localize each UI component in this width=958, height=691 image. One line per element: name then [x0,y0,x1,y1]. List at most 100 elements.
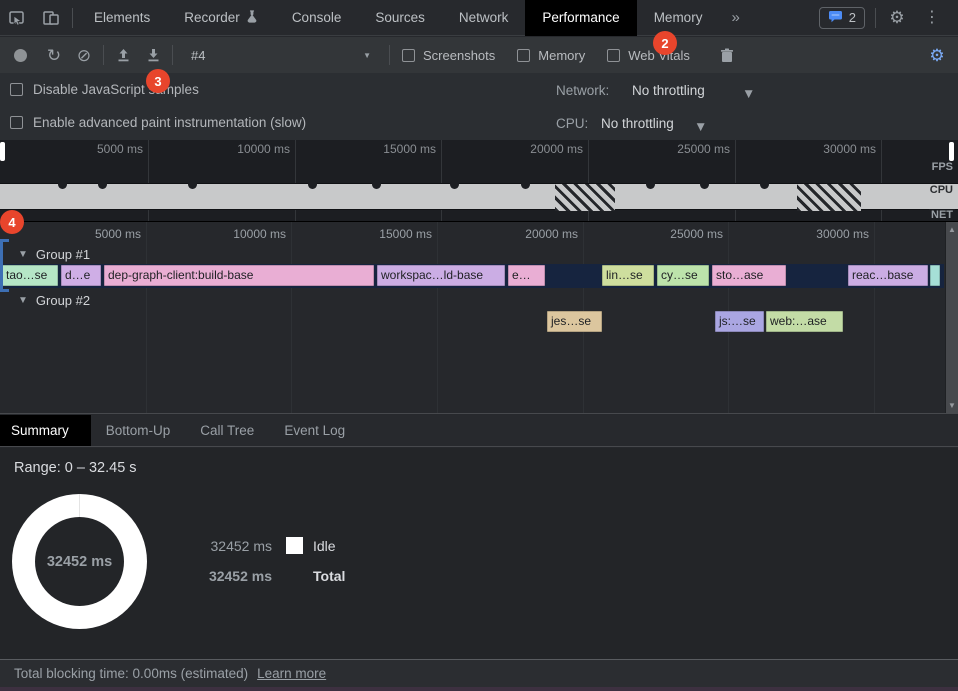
flame-bar[interactable]: reac…base [848,265,928,286]
trash-icon[interactable] [712,40,742,70]
devtools-tabbar: Elements Recorder Console Sources Networ… [0,0,958,36]
tab-bottom-up[interactable]: Bottom-Up [91,415,186,446]
ruler-tick: 5000 ms [45,142,143,156]
advanced-paint-checkbox[interactable]: Enable advanced paint instrumentation (s… [10,115,306,130]
flame-bar[interactable]: workspac…ld-base [377,265,505,286]
load-profile-icon[interactable] [108,40,138,70]
network-throttle-label: Network: [556,83,609,98]
flame-bar[interactable]: dep-graph-client:build-base [104,265,374,286]
more-tabs-button[interactable]: » [719,0,751,36]
kebab-menu-icon[interactable]: ⋮ [914,10,950,26]
flame-bar[interactable]: sto…ase [712,265,786,286]
timeline-overview[interactable]: 5000 ms 10000 ms 15000 ms 20000 ms 25000… [0,140,958,222]
tab-console[interactable]: Console [275,0,359,36]
checkbox-box [402,49,415,62]
flame-bar[interactable] [930,265,940,286]
flame-bar[interactable]: js:…se [715,311,764,332]
disable-js-samples-checkbox[interactable]: Disable JavaScript samples [10,82,199,97]
capture-settings-pane: Disable JavaScript samples Enable advanc… [0,73,958,140]
chevron-down-icon[interactable]: ▼ [694,119,707,134]
tab-event-log[interactable]: Event Log [269,415,360,446]
overview-right-handle[interactable] [949,142,954,161]
tab-call-tree[interactable]: Call Tree [185,415,269,446]
issues-bubble-icon [828,10,843,26]
ruler-tick: 15000 ms [338,142,436,156]
cpu-throttle-select[interactable]: No throttling [601,116,674,131]
group1-bar-row: tao…se d…e dep-graph-client:build-base w… [0,264,944,288]
web-vitals-checkbox[interactable]: Web Vitals [607,48,690,63]
tab-performance[interactable]: Performance [525,0,636,36]
vertical-scrollbar[interactable]: ▲ ▼ [945,222,958,413]
scroll-down-icon[interactable]: ▼ [948,398,956,413]
chevron-down-icon[interactable]: ▼ [742,86,755,101]
step-badge-3: 3 [146,69,170,93]
tab-elements[interactable]: Elements [77,0,167,36]
legend-row-idle: 32452 ms Idle [202,537,336,554]
tab-memory[interactable]: Memory [637,0,720,36]
fps-lane-label: FPS [930,161,955,173]
tabbar-right-controls: 2 ⚙ ⋮ [819,0,958,36]
cpu-throttle-label: CPU: [556,116,588,131]
save-profile-icon[interactable] [138,40,168,70]
devtools-window: Elements Recorder Console Sources Networ… [0,0,958,691]
inspect-element-icon[interactable] [0,0,34,36]
flask-icon [246,10,258,26]
ruler-tick: 15000 ms [332,227,432,241]
clear-recording-button[interactable]: ⊘ [69,40,99,70]
group2-label: Group #2 [36,293,90,308]
overview-left-handle[interactable] [0,142,5,161]
collapse-arrow-icon: ▼ [18,249,28,260]
group1-header[interactable]: ▼ Group #1 [18,247,90,262]
summary-donut-chart: 32452 ms [12,494,147,629]
cpu-activity-band [0,183,958,210]
settings-gear-icon[interactable]: ⚙ [880,0,914,36]
history-select[interactable]: #4 ▼ [183,42,379,68]
divider [103,45,104,65]
details-tabbar: Summary Bottom-Up Call Tree Event Log [0,415,958,447]
ruler-tick: 30000 ms [769,227,869,241]
donut-total-label: 32452 ms [47,554,112,570]
divider [875,8,876,28]
tab-summary[interactable]: Summary [0,415,91,446]
network-throttle-select[interactable]: No throttling [632,83,705,98]
memory-checkbox[interactable]: Memory [517,48,585,63]
ruler-tick: 5000 ms [41,227,141,241]
capture-settings-gear-icon[interactable]: ⚙ [922,40,952,70]
record-button[interactable] [14,49,27,62]
tab-sources[interactable]: Sources [358,0,442,36]
reload-and-record-button[interactable]: ↻ [39,40,69,70]
issues-count: 2 [849,10,856,25]
ruler-tick: 10000 ms [186,227,286,241]
tab-recorder[interactable]: Recorder [167,0,275,36]
performance-toolbar: ↻ ⊘ #4 ▼ Screenshots Memory Web Vitals [0,37,958,73]
flame-bar[interactable]: e… [508,265,545,286]
group2-header[interactable]: ▼ Group #2 [18,293,90,308]
divider [72,8,73,28]
flame-bar[interactable]: jes…se [547,311,602,332]
flame-bar[interactable]: web:…ase [766,311,843,332]
ruler-tick: 25000 ms [632,142,730,156]
step-badge-4: 4 [0,210,24,234]
cpu-lane-label: CPU [927,184,956,196]
device-toolbar-icon[interactable] [34,0,68,36]
flame-bar[interactable]: cy…se [657,265,709,286]
tab-network[interactable]: Network [442,0,526,36]
legend-row-total: 32452 ms Total [202,568,345,584]
checkbox-box [517,49,530,62]
total-blocking-time-text: Total blocking time: 0.00ms (estimated) [14,666,248,681]
range-text: Range: 0 – 32.45 s [14,460,137,476]
flame-chart[interactable]: 5000 ms 10000 ms 15000 ms 20000 ms 25000… [0,222,958,414]
divider [389,45,390,65]
summary-pane: Range: 0 – 32.45 s 32452 ms 32452 ms Idl… [0,448,958,659]
flame-bar[interactable]: d…e [61,265,101,286]
flame-bar[interactable]: lin…se [602,265,654,286]
issues-counter[interactable]: 2 [819,7,865,29]
chevron-down-icon: ▼ [363,51,371,60]
learn-more-link[interactable]: Learn more [257,666,326,681]
screenshots-checkbox[interactable]: Screenshots [402,48,495,63]
scroll-up-icon[interactable]: ▲ [948,222,956,237]
ruler-tick: 25000 ms [623,227,723,241]
history-value: #4 [191,48,205,63]
checkbox-box [607,49,620,62]
flame-bar[interactable]: tao…se [2,265,58,286]
